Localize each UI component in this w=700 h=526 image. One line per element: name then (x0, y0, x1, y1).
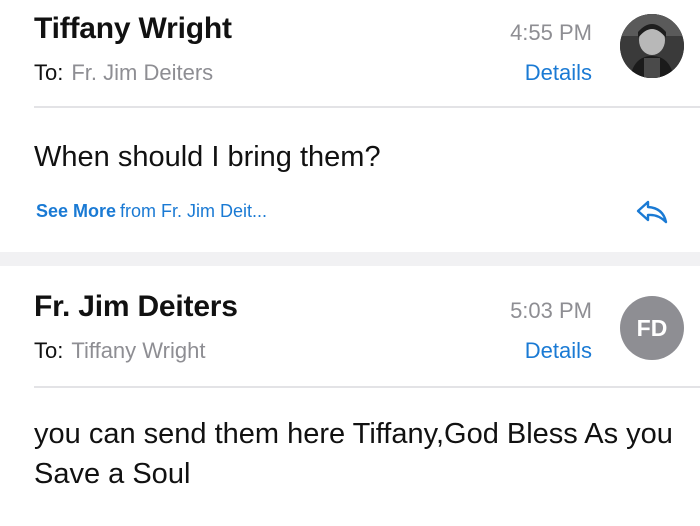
header-divider (34, 386, 700, 388)
recipient-line: To: Tiffany Wright (34, 338, 205, 364)
reply-arrow-icon[interactable] (634, 196, 670, 228)
header-divider (34, 106, 700, 108)
sender-name: Fr. Jim Deiters (34, 290, 238, 323)
to-label: To: (34, 338, 64, 363)
recipient-name: Tiffany Wright (71, 338, 206, 363)
details-link[interactable]: Details (525, 338, 592, 364)
message-body: you can send them here Tiffany,God Bless… (34, 418, 673, 490)
message-card: Fr. Jim Deiters To: Tiffany Wright 5:03 P… (0, 266, 700, 526)
recipient-name: Fr. Jim Deiters (71, 60, 214, 85)
recipient-line: To: Fr. Jim Deiters (34, 60, 213, 86)
see-more-label: See More (36, 201, 117, 221)
sender-avatar-initials: FD (620, 296, 684, 360)
see-more-link[interactable]: See More from Fr. Jim Deit... (36, 201, 267, 222)
sender-avatar (620, 14, 684, 78)
to-label: To: (34, 60, 64, 85)
see-more-from: from Fr. Jim Deit... (120, 201, 268, 221)
message-time: 4:55 PM (510, 20, 592, 45)
details-link[interactable]: Details (525, 60, 592, 86)
message-card: Tiffany Wright To: Fr. Jim Deiters 4:55 P… (0, 0, 700, 252)
message-body: When should I bring them? (34, 141, 381, 173)
sender-name: Tiffany Wright (34, 12, 232, 45)
message-time: 5:03 PM (510, 298, 592, 323)
message-separator (0, 252, 700, 266)
avatar-photo-image (620, 14, 684, 78)
